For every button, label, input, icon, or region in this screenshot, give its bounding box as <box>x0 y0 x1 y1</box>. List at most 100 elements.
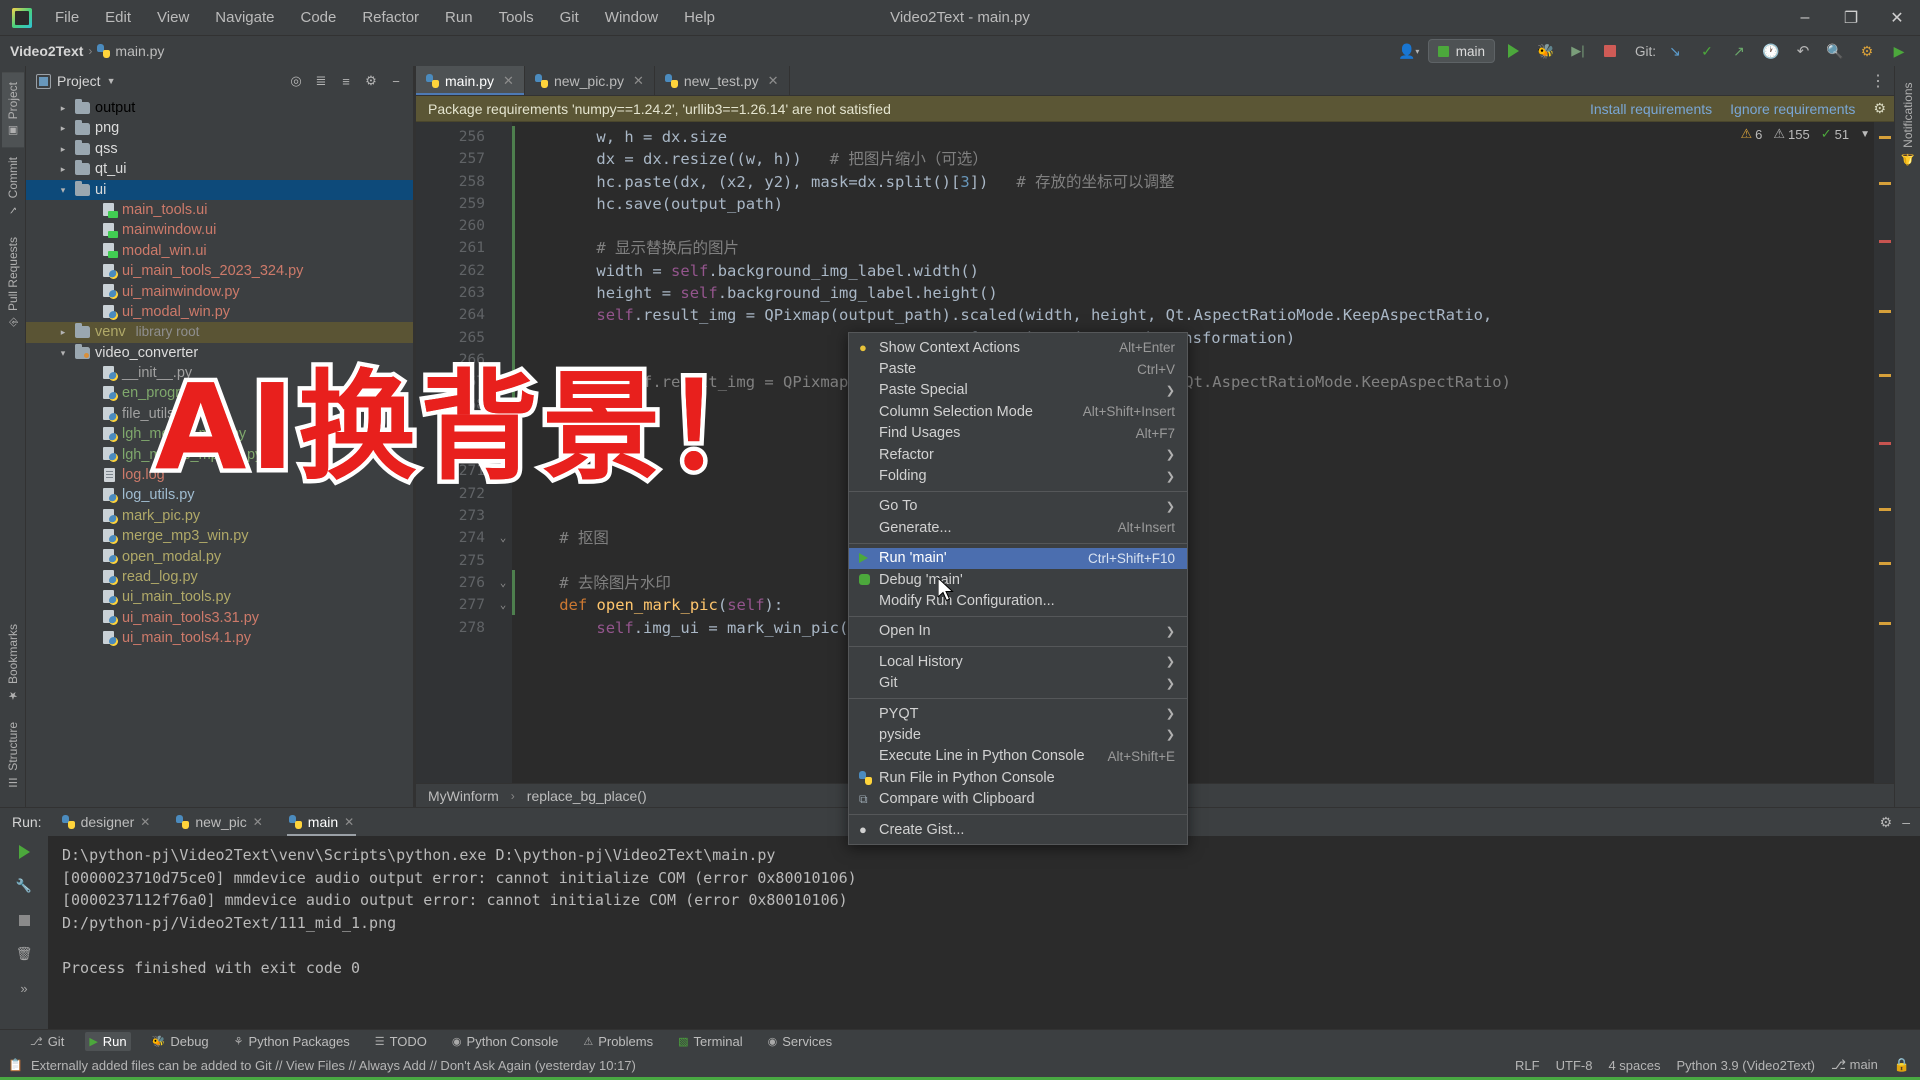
menu-item-pyqt[interactable]: PYQT ❯ <box>849 703 1187 724</box>
run-minimize-icon[interactable]: – <box>1902 814 1910 830</box>
run-console-output[interactable]: D:\python-pj\Video2Text\venv\Scripts\pyt… <box>48 836 1920 1029</box>
fold-marker[interactable] <box>494 550 512 572</box>
breadcrumb-method[interactable]: replace_bg_place() <box>527 788 647 804</box>
inspection-widget[interactable]: ⚠ 6 ⚠ 155 ✓ 51 ▼ <box>1740 126 1870 142</box>
run-tab-main[interactable]: main ✕ <box>283 811 360 836</box>
menu-item-modify-run-configuration---[interactable]: Modify Run Configuration... <box>849 590 1187 611</box>
tree-item-output[interactable]: ▸ output <box>26 98 413 118</box>
rerun-icon[interactable] <box>14 842 34 862</box>
sidebar-item-project[interactable]: ▣ Project <box>1 72 24 148</box>
code-line[interactable]: # 去除图片水印 <box>512 572 1874 594</box>
coverage-button[interactable]: ▶| <box>1565 39 1591 63</box>
tab-close-icon[interactable]: ✕ <box>768 73 779 89</box>
run-tab-close-icon[interactable]: ✕ <box>253 815 263 829</box>
menu-item-paste-special[interactable]: Paste Special ❯ <box>849 380 1187 401</box>
encoding-widget[interactable]: UTF-8 <box>1556 1058 1593 1073</box>
hide-icon[interactable]: − <box>385 70 407 92</box>
sidebar-item-pull-requests[interactable]: ⎆ Pull Requests <box>2 227 24 337</box>
search-icon[interactable]: 🔍 <box>1822 39 1848 63</box>
target-icon[interactable]: ◎ <box>285 70 307 92</box>
run-tab-designer[interactable]: designer ✕ <box>56 811 157 833</box>
trash-icon[interactable]: 🗑 <box>14 944 34 964</box>
menu-tools[interactable]: Tools <box>486 5 547 30</box>
interpreter-widget[interactable]: Python 3.9 (Video2Text) <box>1677 1058 1816 1073</box>
menu-item-run--main-[interactable]: Run 'main' Ctrl+Shift+F10 <box>849 547 1187 569</box>
close-button[interactable]: ✕ <box>1874 0 1920 36</box>
error-stripe-rail[interactable] <box>1874 122 1894 783</box>
code-line[interactable]: # 抠图 <box>512 527 1874 549</box>
tree-item-mark-pic-py[interactable]: mark_pic.py <box>26 506 413 526</box>
fold-marker[interactable] <box>494 237 512 259</box>
minimize-button[interactable]: – <box>1782 0 1828 36</box>
chevron-down-icon[interactable]: ▼ <box>107 76 116 86</box>
chevron-right-icon[interactable]: ▸ <box>56 118 70 138</box>
tab-close-icon[interactable]: ✕ <box>633 73 644 89</box>
expand-icon[interactable]: » <box>14 978 34 998</box>
tree-item-ui-mainwindow-py[interactable]: ui_mainwindow.py <box>26 282 413 302</box>
lock-icon[interactable]: 🔒 <box>1894 1057 1910 1073</box>
tree-item-qss[interactable]: ▸ qss <box>26 139 413 159</box>
run-tab-new-pic[interactable]: new_pic ✕ <box>170 811 268 833</box>
sidebar-item-notifications[interactable]: 🔔 Notifications <box>1897 72 1919 176</box>
run-settings-gear-icon[interactable]: ⚙ <box>1880 814 1893 831</box>
menu-item-git[interactable]: Git ❯ <box>849 672 1187 693</box>
fold-marker[interactable] <box>494 282 512 304</box>
menu-code[interactable]: Code <box>287 5 349 30</box>
code-line[interactable]: height = self.background_img_label.heigh… <box>512 282 1874 304</box>
fold-marker[interactable] <box>494 260 512 282</box>
menu-git[interactable]: Git <box>547 5 592 30</box>
menu-item-execute-line-in-python-console[interactable]: Execute Line in Python Console Alt+Shift+… <box>849 746 1187 767</box>
menu-item-paste[interactable]: Paste Ctrl+V <box>849 358 1187 379</box>
code-line[interactable]: hc.paste(dx, (x2, y2), mask=dx.split()[3… <box>512 171 1874 193</box>
menu-item-generate---[interactable]: Generate... Alt+Insert <box>849 517 1187 538</box>
undo-icon[interactable]: ↶ <box>1790 39 1816 63</box>
fold-marker[interactable]: ⌄ <box>494 572 512 594</box>
fold-marker[interactable] <box>494 215 512 237</box>
menu-item-compare-with-clipboard[interactable]: ⧉ Compare with Clipboard <box>849 788 1187 809</box>
run-button[interactable] <box>1501 39 1527 63</box>
tree-item-ui-main-tools-2023-324-py[interactable]: ui_main_tools_2023_324.py <box>26 261 413 281</box>
tree-item-read-log-py[interactable]: read_log.py <box>26 567 413 587</box>
sidebar-item-bookmarks[interactable]: ★ Bookmarks <box>2 614 24 712</box>
push-icon[interactable]: ↗ <box>1726 39 1752 63</box>
tab-new-test-py[interactable]: new_test.py ✕ <box>655 66 790 95</box>
chevron-right-icon[interactable]: ▸ <box>56 322 70 342</box>
sort-icon[interactable]: ≡ <box>335 70 357 92</box>
menu-item-folding[interactable]: Folding ❯ <box>849 465 1187 486</box>
code-line[interactable]: width = self.background_img_label.width(… <box>512 260 1874 282</box>
chevron-right-icon[interactable]: ▸ <box>56 139 70 159</box>
code-line[interactable]: self.img_ui = mark_win_pic() <box>512 617 1874 639</box>
fold-marker[interactable] <box>494 148 512 170</box>
menu-item-go-to[interactable]: Go To ❯ <box>849 496 1187 517</box>
code-line[interactable] <box>512 550 1874 572</box>
chevron-down-icon[interactable]: ▼ <box>1860 129 1870 140</box>
user-icon[interactable]: 👤 ▾ <box>1396 39 1422 63</box>
tree-item-ui-main-tools-py[interactable]: ui_main_tools.py <box>26 587 413 607</box>
history-icon[interactable]: 🕐 <box>1758 39 1784 63</box>
tab-new-pic-py[interactable]: new_pic.py ✕ <box>525 66 655 95</box>
settings-icon[interactable]: ⚙ <box>1854 39 1880 63</box>
event-log-icon[interactable]: 📋 <box>8 1058 23 1072</box>
code-line[interactable]: def open_mark_pic(self): <box>512 594 1874 616</box>
run-configuration-selector[interactable]: main <box>1427 39 1495 63</box>
settings-gear-icon[interactable]: ⚙ <box>360 70 382 92</box>
tool-python-packages[interactable]: ⚘ Python Packages <box>230 1032 354 1051</box>
tree-item-open-modal-py[interactable]: open_modal.py <box>26 547 413 567</box>
fold-marker[interactable] <box>494 505 512 527</box>
tree-item-ui[interactable]: ▾ ui <box>26 179 413 200</box>
run-tab-close-icon[interactable]: ✕ <box>344 815 354 829</box>
code-line[interactable]: hc.save(output_path) <box>512 193 1874 215</box>
chevron-down-icon[interactable]: ▾ <box>56 180 70 200</box>
menu-item-debug--main-[interactable]: Debug 'main' <box>849 569 1187 590</box>
code-line[interactable]: w, h = dx.size <box>512 126 1874 148</box>
fold-marker[interactable] <box>494 171 512 193</box>
install-requirements-link[interactable]: Install requirements <box>1590 101 1712 117</box>
tool-python-console[interactable]: ◉ Python Console <box>448 1032 562 1051</box>
tree-item-main-tools-ui[interactable]: main_tools.ui <box>26 200 413 220</box>
tool-todo[interactable]: ☰ TODO <box>371 1032 431 1051</box>
more-vertical-icon[interactable]: ⋮ <box>1862 66 1894 95</box>
menu-run[interactable]: Run <box>432 5 486 30</box>
tree-item-mainwindow-ui[interactable]: mainwindow.ui <box>26 220 413 240</box>
stop-button[interactable] <box>1597 39 1623 63</box>
chevron-right-icon[interactable]: ▸ <box>56 98 70 118</box>
